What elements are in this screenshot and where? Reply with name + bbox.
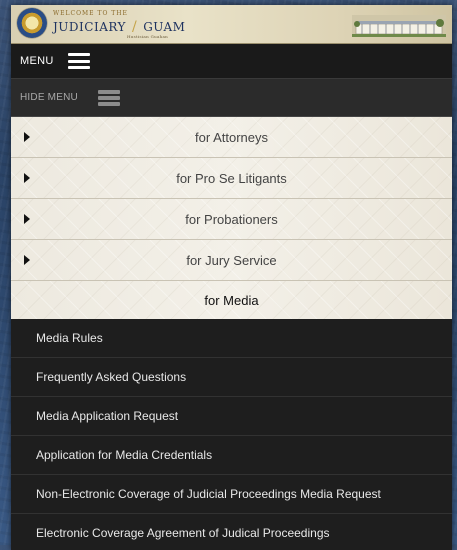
section-label: for Probationers	[185, 211, 278, 227]
site-title-judiciary: Judiciary	[53, 20, 126, 34]
section-label: for Jury Service	[186, 252, 277, 268]
submenu-label: Media Application Request	[36, 409, 179, 423]
judiciary-seal-icon	[17, 8, 47, 38]
media-rules-link[interactable]: Media Rules	[11, 319, 452, 358]
media-credentials-application-link[interactable]: Application for Media Credentials	[11, 436, 452, 475]
hamburger-icon	[67, 53, 90, 69]
hide-menu-toggle[interactable]: HIDE MENU	[11, 79, 452, 117]
menu-toggle[interactable]: MENU	[11, 44, 452, 79]
site-title: Judiciary / Guam	[53, 19, 185, 35]
non-electronic-coverage-request-link[interactable]: Non-Electronic Coverage of Judicial Proc…	[11, 475, 452, 514]
site-title-guam: Guam	[143, 20, 186, 34]
site-title-separator: /	[131, 19, 138, 35]
submenu-label: Electronic Coverage Agreement of Judical…	[36, 526, 330, 540]
hamburger-icon	[97, 89, 120, 106]
section-probationers[interactable]: for Probationers	[11, 199, 452, 240]
section-label: for Media	[204, 292, 259, 308]
submenu-label: Non-Electronic Coverage of Judicial Proc…	[36, 487, 381, 501]
caret-right-icon	[24, 173, 30, 183]
section-jury-service[interactable]: for Jury Service	[11, 240, 452, 281]
caret-right-icon	[24, 214, 30, 224]
caret-right-icon	[24, 132, 30, 142]
section-label: for Pro Se Litigants	[176, 170, 287, 186]
media-application-request-link[interactable]: Media Application Request	[11, 397, 452, 436]
submenu-label: Application for Media Credentials	[36, 448, 213, 462]
media-submenu: Media Rules Frequently Asked Questions M…	[11, 319, 452, 550]
submenu-label: Frequently Asked Questions	[36, 370, 187, 384]
mobile-nav-panel: Welcome to the Judiciary / Guam Hustisia…	[11, 5, 452, 550]
hide-menu-label: HIDE MENU	[20, 92, 78, 103]
section-media[interactable]: for Media	[11, 281, 452, 319]
courthouse-building-icon	[352, 15, 446, 37]
site-subtitle: Hustisian Guahan	[127, 34, 169, 39]
menu-label: MENU	[20, 55, 54, 67]
section-attorneys[interactable]: for Attorneys	[11, 117, 452, 158]
site-header-banner[interactable]: Welcome to the Judiciary / Guam Hustisia…	[11, 5, 452, 44]
section-label: for Attorneys	[195, 129, 268, 145]
submenu-label: Media Rules	[36, 331, 103, 345]
media-faq-link[interactable]: Frequently Asked Questions	[11, 358, 452, 397]
banner-welcome-text: Welcome to the	[53, 10, 128, 17]
section-pro-se-litigants[interactable]: for Pro Se Litigants	[11, 158, 452, 199]
caret-right-icon	[24, 255, 30, 265]
